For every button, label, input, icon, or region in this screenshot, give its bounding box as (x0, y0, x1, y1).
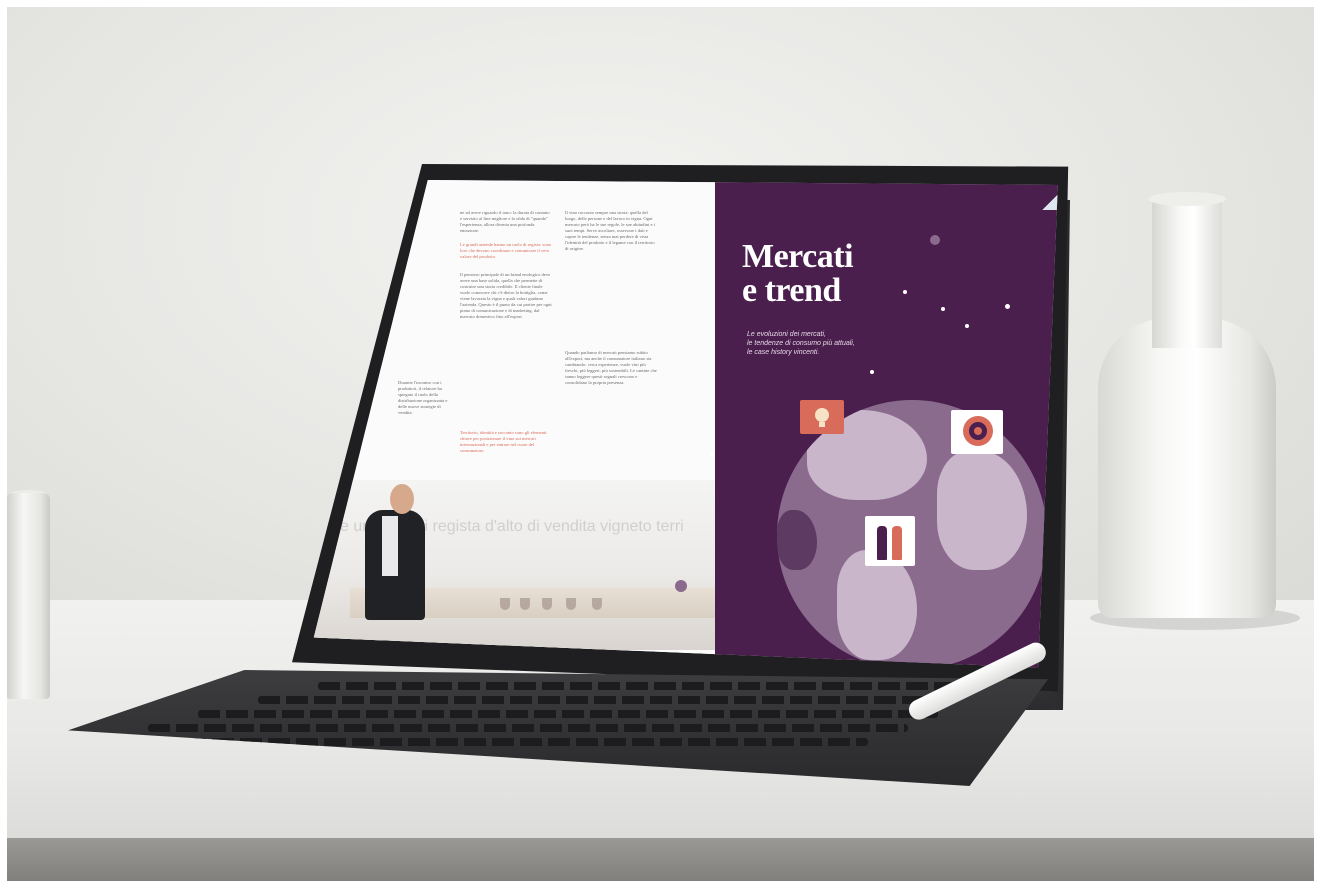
wine-glass (542, 598, 552, 610)
key-row (148, 724, 908, 732)
mug (6, 493, 50, 699)
photo-caption: Durante l'incontro con i produttori, il … (398, 380, 448, 415)
key-row (198, 710, 938, 718)
star-dot (1005, 304, 1010, 309)
article-text-block: Quando parliamo di mercati pensiamo subi… (565, 350, 657, 385)
vase-neck (1152, 198, 1222, 348)
continent-shape (777, 510, 817, 570)
wine-glass (520, 598, 530, 610)
article-text-block: Il pensiero principale di un brand enolo… (460, 272, 552, 319)
target-icon (951, 410, 1003, 454)
star-dot (965, 324, 969, 328)
article-text-block: Il vino racconta sempre una storia: quel… (565, 210, 655, 251)
magazine-subtitle: Le evoluzioni dei mercati, le tendenze d… (747, 330, 887, 357)
key-row (318, 682, 978, 690)
title-line-1: Mercati (742, 238, 854, 275)
tablet-screen: ne ad avere riguardo il tono: la durata … (313, 180, 1058, 668)
article-text-block: ne ad avere riguardo il tono: la durata … (460, 210, 550, 233)
star-dot (710, 452, 714, 456)
article-pullquote: Territorio, identità e racconto sono gli… (460, 430, 547, 453)
magazine-section-title: Mercati e trend (742, 238, 854, 309)
product-mockup-scene: ne ad avere riguardo il tono: la durata … (0, 0, 1321, 886)
star-dot (903, 290, 907, 294)
subtitle-line-1: Le evoluzioni dei mercati, (747, 331, 826, 338)
speaker-photo: e un ruolo di regista d'alto di vendita … (313, 480, 715, 650)
vase-lip (1148, 192, 1226, 206)
star-dot (941, 307, 945, 311)
subtitle-line-3: le case history vincenti. (747, 349, 820, 356)
vase-body (1098, 318, 1276, 618)
article-pullquote: Le grandi aziende hanno un ruolo di regi… (460, 242, 552, 259)
speaker-shirt (382, 516, 398, 576)
decor-planet (675, 580, 687, 592)
wine-glass (500, 598, 510, 610)
key-row (258, 696, 958, 704)
wine-bottles-icon (865, 516, 915, 566)
lightbulb-icon (800, 400, 844, 434)
title-line-2: e trend (742, 272, 841, 309)
star-dot (870, 370, 874, 374)
magazine-right-page: Mercati e trend Le evoluzioni dei mercat… (675, 180, 1058, 668)
speaker-head (390, 484, 414, 514)
desk-edge (0, 838, 1321, 886)
wine-glass (592, 598, 602, 610)
continent-shape (937, 450, 1027, 570)
wine-glass (566, 598, 576, 610)
subtitle-line-2: le tendenze di consumo più attuali, (747, 340, 855, 347)
decor-planet (930, 235, 940, 245)
continent-shape (837, 550, 917, 660)
